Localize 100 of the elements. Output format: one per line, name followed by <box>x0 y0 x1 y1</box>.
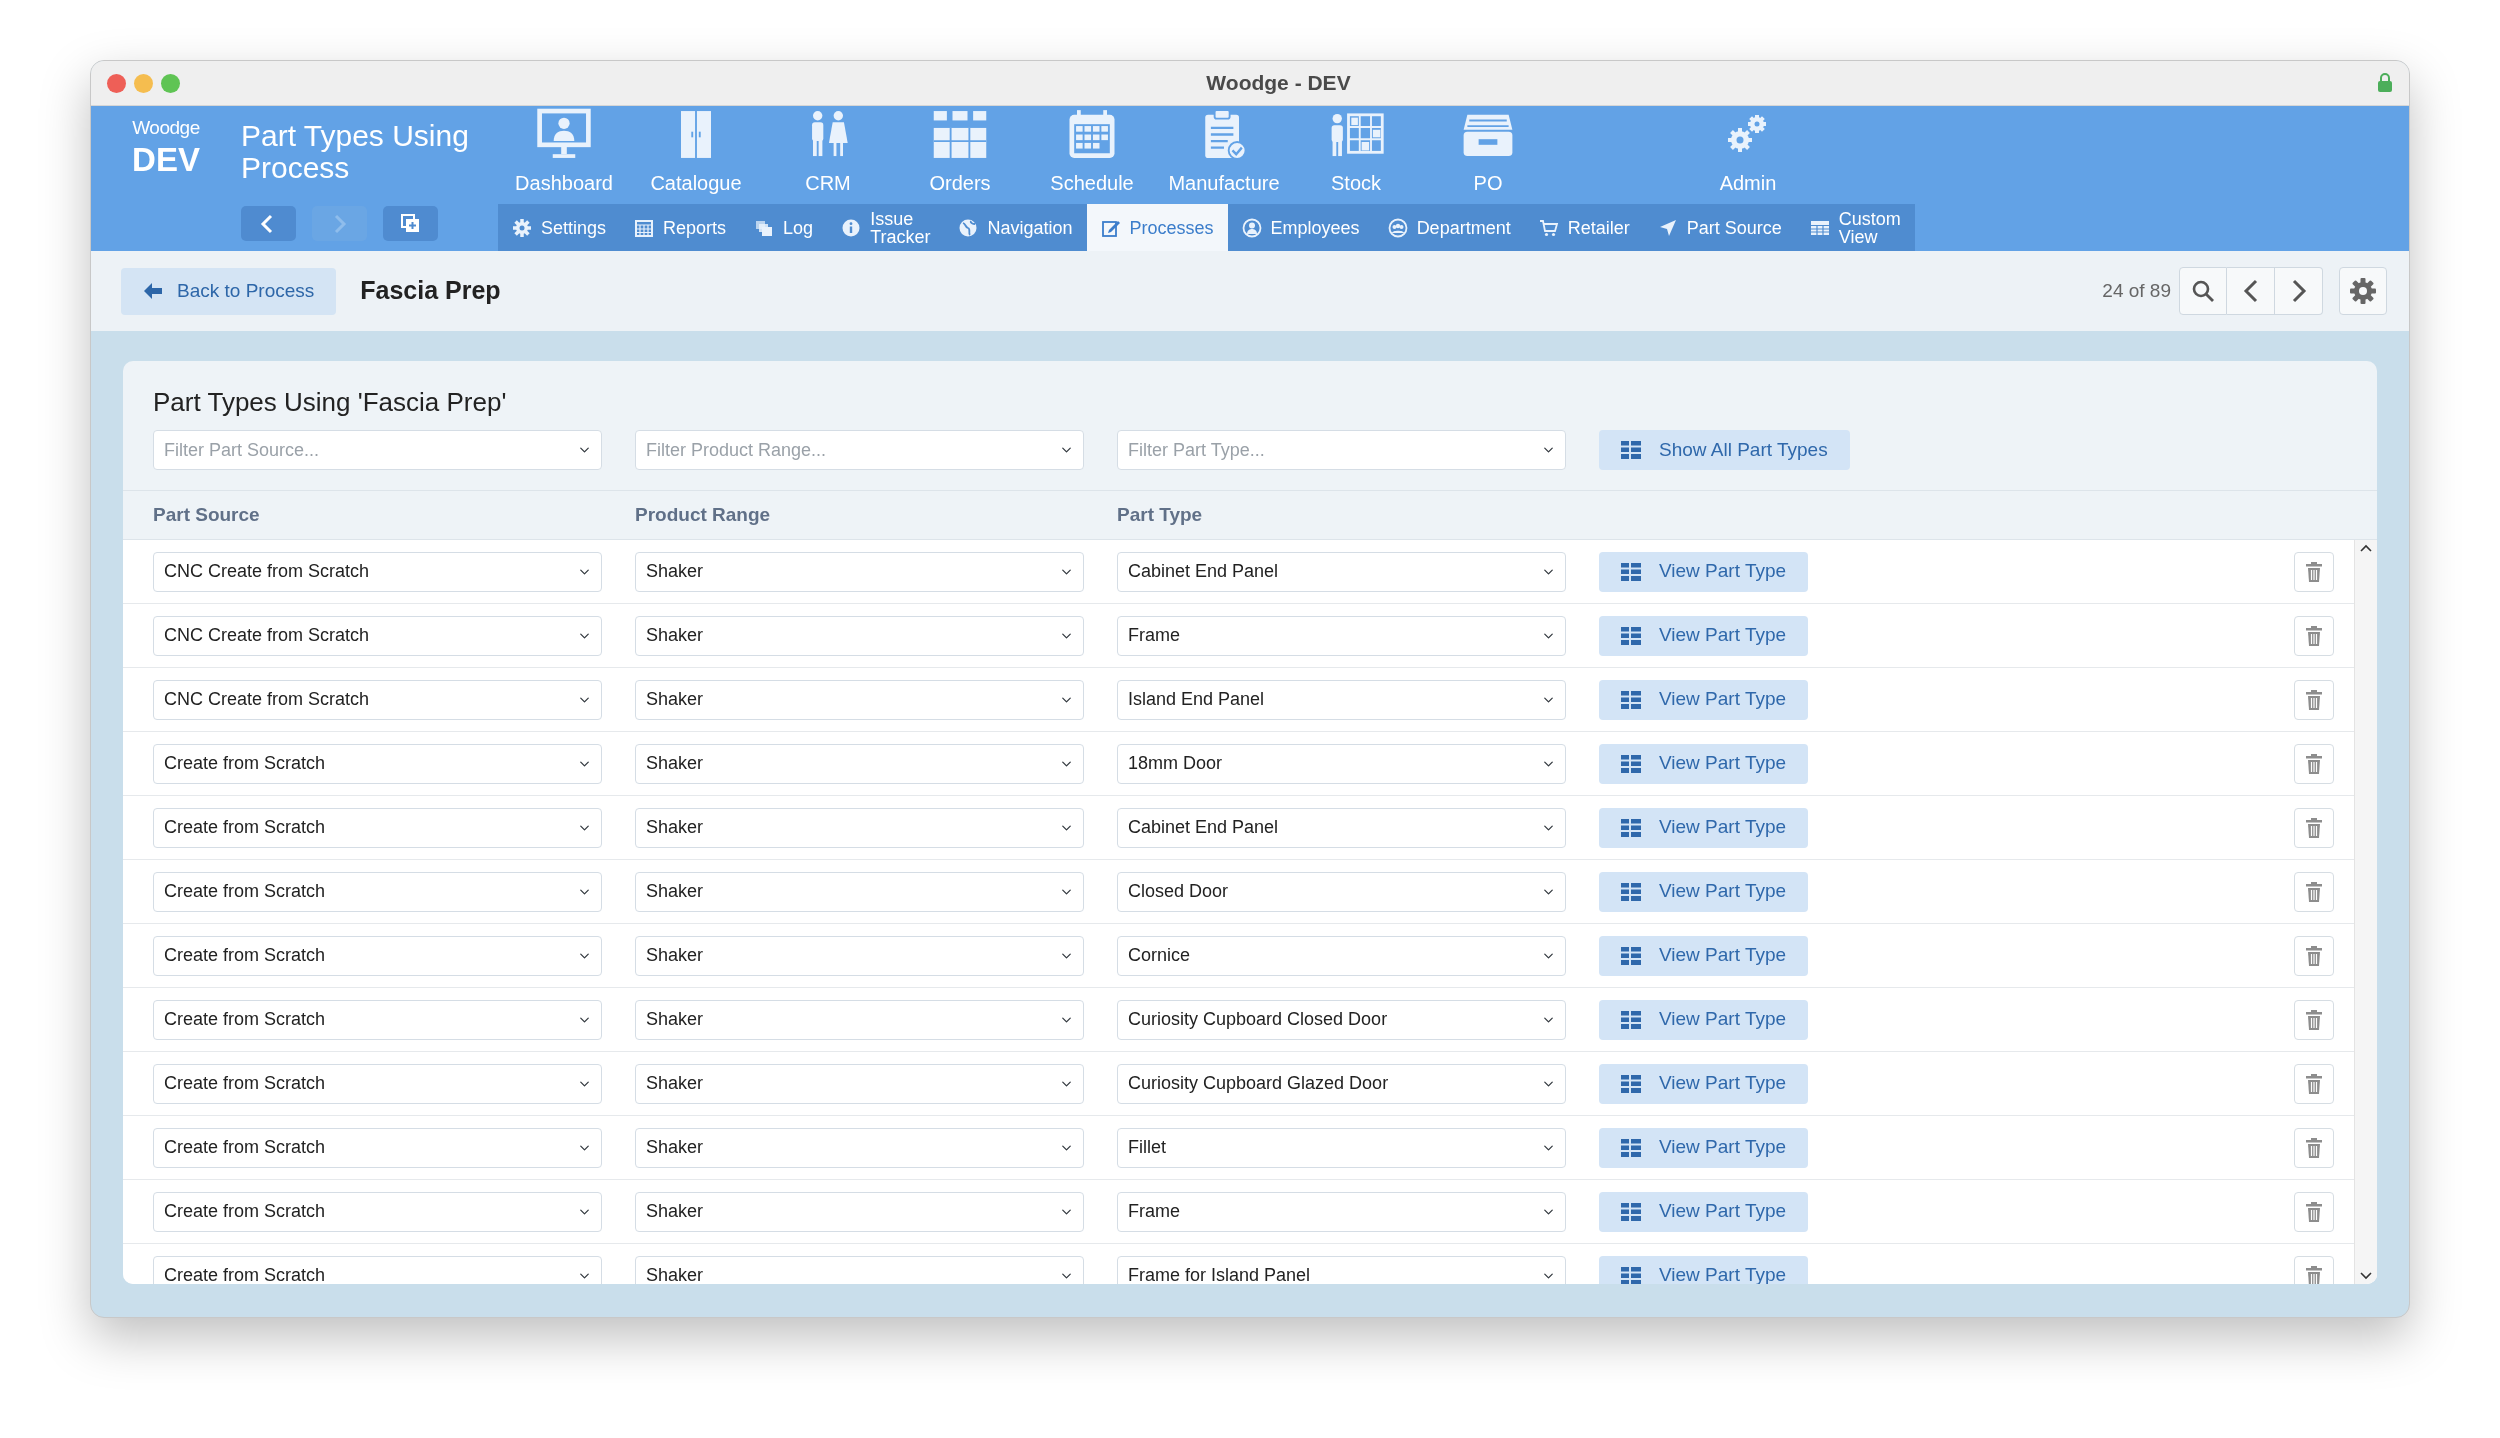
view-part-type-button[interactable]: View Part Type <box>1599 615 1809 656</box>
scroll-up-icon[interactable] <box>2360 544 2372 552</box>
delete-button[interactable] <box>2294 935 2334 976</box>
view-part-type-button[interactable]: View Part Type <box>1599 807 1809 848</box>
select-field[interactable]: Shaker <box>635 1191 1084 1232</box>
nav-tab[interactable]: Part Source <box>1643 204 1796 251</box>
scroll-down-icon[interactable] <box>2360 1272 2372 1280</box>
nav-tab[interactable]: Employees <box>1227 204 1374 251</box>
trash-icon <box>2306 625 2322 646</box>
nav-tab[interactable]: Processes <box>1086 204 1228 251</box>
nav-tab[interactable]: Issue Tracker <box>827 204 945 251</box>
view-part-type-button[interactable]: View Part Type <box>1599 935 1809 976</box>
delete-button[interactable] <box>2294 1127 2334 1168</box>
view-part-type-button[interactable]: View Part Type <box>1599 871 1809 912</box>
select-field[interactable]: Create from Scratch <box>153 1255 602 1284</box>
delete-button[interactable] <box>2294 999 2334 1040</box>
nav-tab[interactable]: Reports <box>620 204 741 251</box>
delete-button[interactable] <box>2294 679 2334 720</box>
select-field[interactable]: Cabinet End Panel <box>1117 807 1566 848</box>
settings-button[interactable] <box>2339 267 2387 315</box>
select-field[interactable]: Shaker <box>635 935 1084 976</box>
select-field[interactable]: Shaker <box>635 807 1084 848</box>
select-field[interactable]: Shaker <box>635 999 1084 1040</box>
select-field[interactable]: Shaker <box>635 679 1084 720</box>
record-position: 24 of 89 <box>2102 278 2171 303</box>
nav-tab[interactable]: Log <box>740 204 828 251</box>
view-part-type-button[interactable]: View Part Type <box>1599 1191 1809 1232</box>
back-button[interactable] <box>241 206 296 241</box>
select-field[interactable]: Curiosity Cupboard Glazed Door <box>1117 1063 1566 1104</box>
trash-icon <box>2306 881 2322 902</box>
select-field[interactable]: Shaker <box>635 1255 1084 1284</box>
delete-button[interactable] <box>2294 1063 2334 1104</box>
select-field[interactable]: Cornice <box>1117 935 1566 976</box>
select-field[interactable]: 18mm Door <box>1117 743 1566 784</box>
person-circle-icon <box>1241 217 1262 238</box>
grid-icon <box>1621 818 1641 837</box>
previous-button[interactable] <box>2227 267 2275 315</box>
filter-field[interactable]: Filter Part Type... <box>1117 430 1566 470</box>
grid-icon <box>1621 626 1641 645</box>
select-field[interactable]: Frame for Island Panel <box>1117 1255 1566 1284</box>
select-field[interactable]: Shaker <box>635 871 1084 912</box>
page-title: Part Types Using Process <box>241 120 470 183</box>
select-field[interactable]: Shaker <box>635 743 1084 784</box>
select-field[interactable]: CNC Create from Scratch <box>153 679 602 720</box>
column-header: Part Type <box>1117 502 1204 527</box>
nav-tab[interactable]: Department <box>1373 204 1525 251</box>
next-button[interactable] <box>2275 267 2323 315</box>
delete-button[interactable] <box>2294 807 2334 848</box>
view-part-type-button[interactable]: View Part Type <box>1599 999 1809 1040</box>
select-field[interactable]: Create from Scratch <box>153 871 602 912</box>
select-field[interactable]: Create from Scratch <box>153 743 602 784</box>
select-field[interactable]: Curiosity Cupboard Closed Door <box>1117 999 1566 1040</box>
view-part-type-button[interactable]: View Part Type <box>1599 551 1809 592</box>
filter-field[interactable]: Filter Product Range... <box>635 430 1084 470</box>
nav-tab[interactable]: Custom View <box>1795 204 1915 251</box>
delete-button[interactable] <box>2294 1191 2334 1232</box>
scrollbar[interactable] <box>2354 540 2377 1284</box>
chevron-right-icon <box>2290 279 2307 303</box>
trash-icon <box>2306 1201 2322 1222</box>
view-part-type-button[interactable]: View Part Type <box>1599 1127 1809 1168</box>
select-field[interactable]: Create from Scratch <box>153 935 602 976</box>
view-part-type-button[interactable]: View Part Type <box>1599 679 1809 720</box>
window-title: Woodge - DEV <box>1206 70 1351 97</box>
select-field[interactable]: Create from Scratch <box>153 1063 602 1104</box>
select-field[interactable]: Island End Panel <box>1117 679 1566 720</box>
delete-button[interactable] <box>2294 871 2334 912</box>
people-circle-icon <box>1387 217 1408 238</box>
select-field[interactable]: Shaker <box>635 615 1084 656</box>
select-field[interactable]: CNC Create from Scratch <box>153 615 602 656</box>
select-field[interactable]: Shaker <box>635 1127 1084 1168</box>
select-field[interactable]: Create from Scratch <box>153 1191 602 1232</box>
view-part-type-button[interactable]: View Part Type <box>1599 743 1809 784</box>
grid-icon <box>1621 1074 1641 1093</box>
select-field[interactable]: Frame <box>1117 615 1566 656</box>
select-field[interactable]: Create from Scratch <box>153 807 602 848</box>
select-field[interactable]: Shaker <box>635 1063 1084 1104</box>
nav-tab[interactable]: Navigation <box>944 204 1087 251</box>
zoom-button[interactable] <box>161 73 180 93</box>
select-field[interactable]: Frame <box>1117 1191 1566 1232</box>
nav-tab[interactable]: Retailer <box>1524 204 1644 251</box>
view-part-type-button[interactable]: View Part Type <box>1599 1063 1809 1104</box>
delete-button[interactable] <box>2294 1255 2334 1284</box>
select-field[interactable]: CNC Create from Scratch <box>153 551 602 592</box>
filter-field[interactable]: Filter Part Source... <box>153 430 602 470</box>
trash-icon <box>2306 1137 2322 1158</box>
nav-tab[interactable]: Settings <box>498 204 621 251</box>
delete-button[interactable] <box>2294 743 2334 784</box>
delete-button[interactable] <box>2294 615 2334 656</box>
show-all-button[interactable]: Show All Part Types <box>1599 430 1850 470</box>
select-field[interactable]: Cabinet End Panel <box>1117 551 1566 592</box>
select-field[interactable]: Create from Scratch <box>153 999 602 1040</box>
select-field[interactable]: Shaker <box>635 551 1084 592</box>
select-field[interactable]: Fillet <box>1117 1127 1566 1168</box>
close-button[interactable] <box>107 73 126 93</box>
delete-button[interactable] <box>2294 551 2334 592</box>
search-button[interactable] <box>2179 267 2227 315</box>
select-field[interactable]: Closed Door <box>1117 871 1566 912</box>
back-button[interactable]: Back to Process <box>121 267 337 315</box>
new-window-button[interactable] <box>383 206 438 241</box>
select-field[interactable]: Create from Scratch <box>153 1127 602 1168</box>
